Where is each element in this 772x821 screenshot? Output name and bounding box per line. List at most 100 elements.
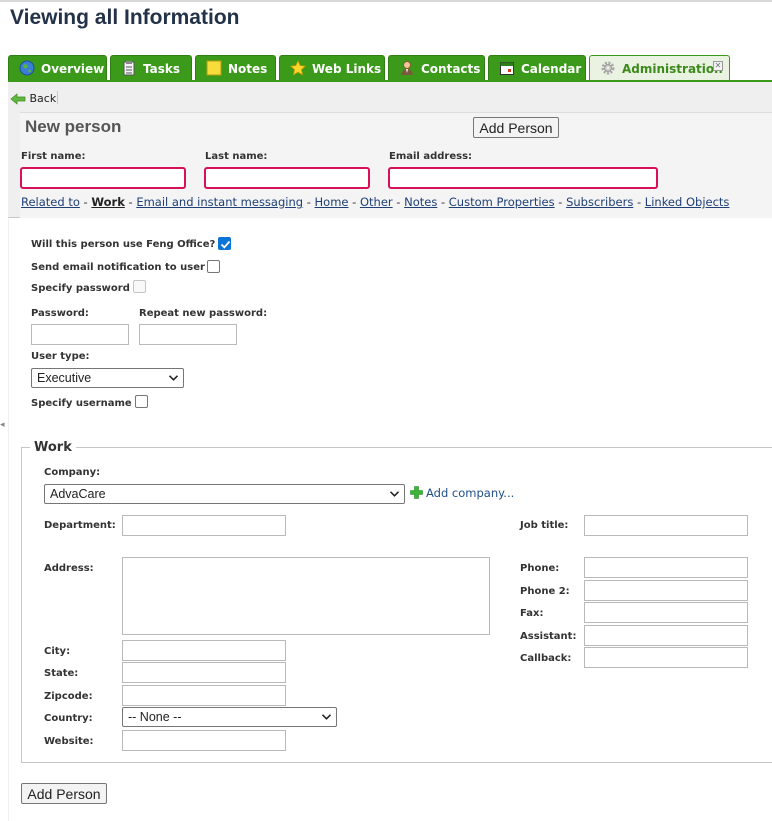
specify-password-label: Specify password xyxy=(31,283,130,294)
tasks-icon xyxy=(123,61,135,76)
country-label: Country: xyxy=(44,713,93,724)
calendar-icon xyxy=(500,62,514,75)
back-arrow-icon xyxy=(10,93,26,105)
add-person-button-bottom[interactable]: Add Person xyxy=(21,783,107,804)
state-label: State: xyxy=(44,668,79,679)
link-linked-objects[interactable]: Linked Objects xyxy=(645,195,730,209)
company-label: Company: xyxy=(44,467,101,478)
chevron-down-icon xyxy=(169,375,178,381)
use-feng-checkbox[interactable] xyxy=(218,237,231,250)
zipcode-label: Zipcode: xyxy=(44,691,93,702)
phone-label: Phone: xyxy=(520,563,560,574)
tab-web-links[interactable]: Web Links xyxy=(279,55,385,81)
tab-label: Contacts xyxy=(421,62,481,76)
section-links: Related to - Work - Email and instant me… xyxy=(21,195,729,209)
link-email-im[interactable]: Email and instant messaging xyxy=(136,195,303,209)
checkmark-icon xyxy=(220,240,231,249)
last-name-label: Last name: xyxy=(205,151,268,162)
gear-icon xyxy=(601,61,615,75)
form-title: New person xyxy=(25,117,122,136)
user-type-label: User type: xyxy=(31,351,90,362)
repeat-password-field[interactable] xyxy=(139,324,237,345)
job-title-label: Job title: xyxy=(520,520,569,531)
tab-label: Overview xyxy=(41,62,105,76)
tab-label: Notes xyxy=(228,62,268,76)
use-feng-label: Will this person use Feng Office? xyxy=(31,239,216,250)
send-email-checkbox[interactable] xyxy=(207,260,220,273)
specify-password-checkbox xyxy=(133,280,146,293)
toolbar-divider xyxy=(57,91,58,104)
job-title-field[interactable] xyxy=(584,515,748,536)
company-select[interactable]: AdvaCare xyxy=(44,484,405,504)
link-separator: - xyxy=(636,195,642,209)
link-separator: - xyxy=(352,195,357,209)
back-link[interactable]: Back xyxy=(10,92,56,105)
globe-icon xyxy=(19,60,35,76)
website-field[interactable] xyxy=(122,730,286,751)
repeat-password-label: Repeat new password: xyxy=(139,308,268,319)
link-work[interactable]: Work xyxy=(91,195,125,209)
tab-calendar[interactable]: Calendar xyxy=(488,55,586,81)
country-select[interactable]: -- None -- xyxy=(122,707,337,727)
department-field[interactable] xyxy=(122,515,286,536)
specify-username-checkbox[interactable] xyxy=(135,395,148,408)
link-separator: - xyxy=(396,195,401,209)
tab-label: Administration xyxy=(622,62,723,76)
link-subscribers[interactable]: Subscribers xyxy=(566,195,633,209)
state-field[interactable] xyxy=(122,662,286,683)
page-title: Viewing all Information xyxy=(10,6,240,29)
callback-field[interactable] xyxy=(584,647,748,668)
assistant-field[interactable] xyxy=(584,625,748,646)
chevron-down-icon xyxy=(390,491,399,497)
tab-administration[interactable]: Administration ✕ xyxy=(589,55,730,81)
tab-contacts[interactable]: Contacts xyxy=(388,55,485,81)
first-name-field[interactable] xyxy=(20,167,186,189)
tab-notes[interactable]: Notes xyxy=(195,55,276,81)
add-person-button-top[interactable]: Add Person xyxy=(473,117,559,138)
link-custom-properties[interactable]: Custom Properties xyxy=(449,195,555,209)
email-label: Email address: xyxy=(389,151,473,162)
close-tab-icon[interactable]: ✕ xyxy=(713,61,723,71)
phone-field[interactable] xyxy=(584,557,748,578)
zipcode-field[interactable] xyxy=(122,685,286,706)
link-notes[interactable]: Notes xyxy=(404,195,437,209)
address-label: Address: xyxy=(44,563,94,574)
address-field[interactable] xyxy=(122,557,490,635)
note-icon xyxy=(206,60,222,76)
city-field[interactable] xyxy=(122,640,286,661)
tab-label: Calendar xyxy=(521,62,582,76)
phone2-field[interactable] xyxy=(584,580,748,601)
link-other[interactable]: Other xyxy=(360,195,393,209)
fax-field[interactable] xyxy=(584,602,748,623)
link-separator: - xyxy=(306,195,311,209)
back-label: Back xyxy=(29,92,57,105)
link-separator: - xyxy=(440,195,446,209)
plus-icon xyxy=(410,486,423,499)
company-value: AdvaCare xyxy=(50,487,106,501)
user-type-value: Executive xyxy=(37,371,92,385)
phone2-label: Phone 2: xyxy=(520,586,570,597)
collapse-handle-icon[interactable]: ◂ xyxy=(0,420,5,430)
tab-overview[interactable]: Overview xyxy=(8,55,107,81)
link-home[interactable]: Home xyxy=(315,195,349,209)
top-border xyxy=(0,0,772,2)
last-name-field[interactable] xyxy=(204,167,370,189)
work-legend: Work xyxy=(30,440,76,455)
link-separator: - xyxy=(128,195,133,209)
add-company-link[interactable]: Add company... xyxy=(410,486,514,500)
tab-tasks[interactable]: Tasks xyxy=(110,55,192,81)
link-separator: - xyxy=(558,195,563,209)
specify-username-label: Specify username xyxy=(31,398,132,409)
left-panel-border xyxy=(8,219,9,821)
callback-label: Callback: xyxy=(520,653,572,664)
email-field[interactable] xyxy=(388,167,658,189)
tab-label: Web Links xyxy=(312,62,382,76)
link-related-to[interactable]: Related to xyxy=(21,195,80,209)
user-type-select[interactable]: Executive xyxy=(31,368,184,388)
city-label: City: xyxy=(44,646,71,657)
website-label: Website: xyxy=(44,736,94,747)
password-field[interactable] xyxy=(31,324,129,345)
fax-label: Fax: xyxy=(520,608,544,619)
first-name-label: First name: xyxy=(21,151,86,162)
department-label: Department: xyxy=(44,520,116,531)
